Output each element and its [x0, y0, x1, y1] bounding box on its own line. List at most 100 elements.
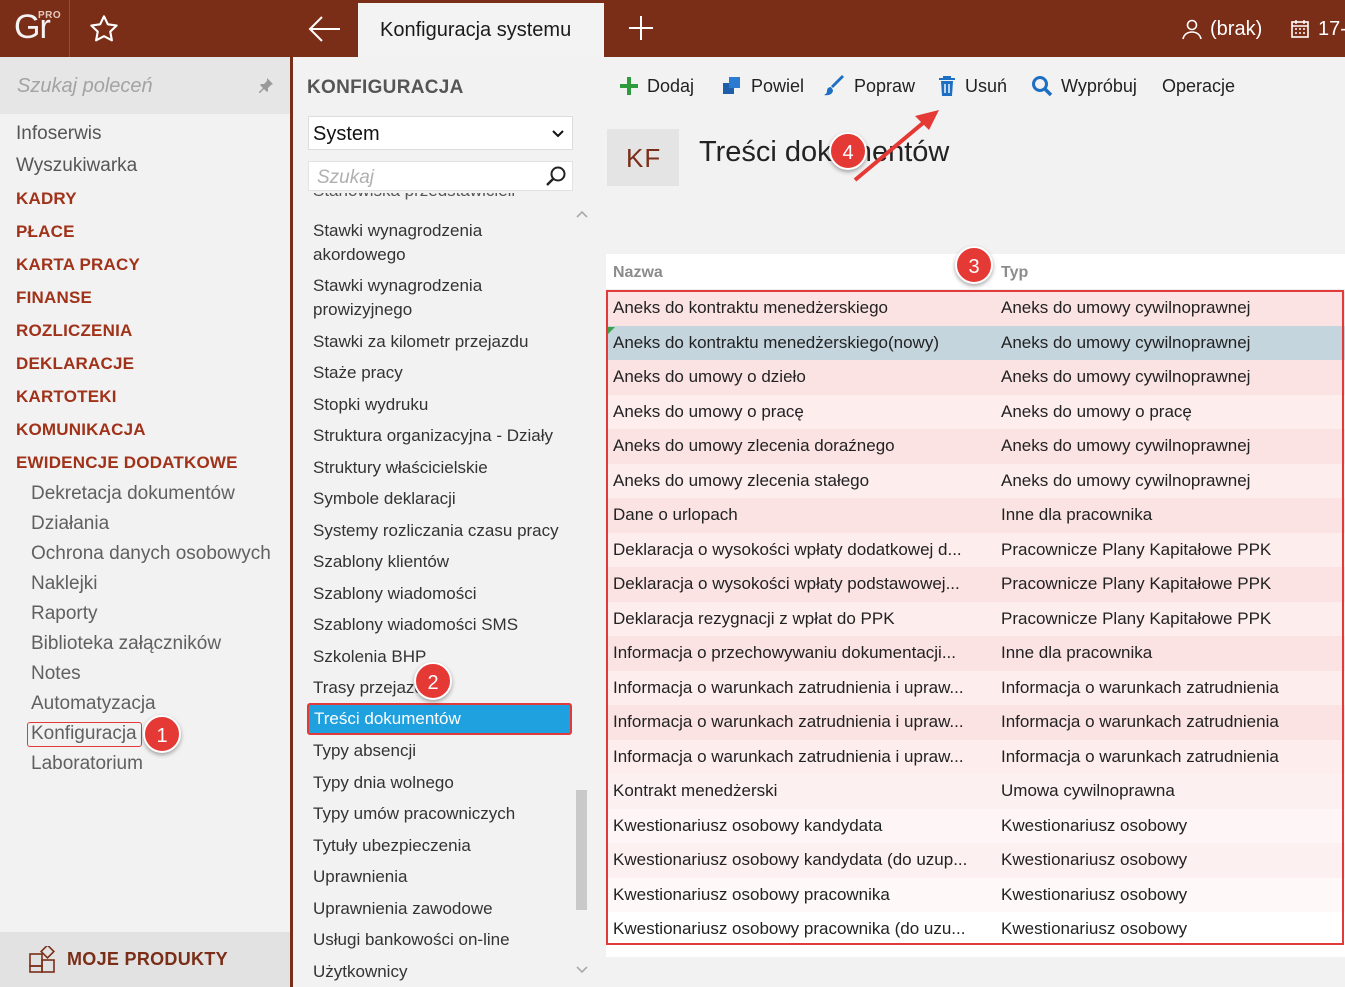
config-item[interactable]: Typy absencji	[313, 739, 568, 763]
chevron-down-icon	[552, 130, 564, 138]
table-row[interactable]: Aneks do kontraktu menedżerskiego Aneks d…	[606, 291, 1345, 326]
tab-system-configuration[interactable]: Konfiguracja systemu	[358, 0, 604, 57]
user-name: (brak)	[1210, 17, 1263, 40]
config-item[interactable]: Staże pracy	[313, 361, 568, 385]
table-row[interactable]: Deklaracja o wysokości wpłaty dodatkowej…	[606, 532, 1345, 567]
nav-sub-laboratorium[interactable]: Laboratorium	[31, 753, 143, 775]
nav-item-wyszukiwarka[interactable]: Wyszukiwarka	[16, 155, 137, 177]
nav-section-deklaracje[interactable]: DEKLARACJE	[16, 354, 134, 374]
config-item[interactable]: Uprawnienia	[313, 865, 568, 889]
table-row[interactable]: Informacja o warunkach zatrudnienia i up…	[606, 705, 1345, 740]
config-item[interactable]: Struktura organizacyjna - Działy	[313, 424, 568, 448]
config-item[interactable]: Szablony wiadomości	[313, 582, 568, 606]
nav-sub-automatyzacja[interactable]: Automatyzacja	[31, 693, 156, 715]
nav-sub-ochrona-danych[interactable]: Ochrona danych osobowych	[31, 543, 271, 565]
config-item[interactable]: Uprawnienia zawodowe	[313, 897, 568, 921]
nav-section-kadry[interactable]: KADRY	[16, 189, 77, 209]
cell-type: Aneks do umowy cywilnoprawnej	[1001, 332, 1251, 352]
table-row[interactable]: Kontrakt menedżerski Umowa cywilnoprawna	[606, 774, 1345, 809]
config-item[interactable]: Stanowiska przedstawicieli	[313, 193, 568, 203]
nav-sub-raporty[interactable]: Raporty	[31, 603, 98, 625]
star-icon[interactable]	[88, 13, 120, 45]
table-row[interactable]: Deklaracja rezygnacji z wpłat do PPK Prac…	[606, 601, 1345, 636]
pin-icon[interactable]	[256, 77, 274, 95]
config-item[interactable]: Użytkownicy	[313, 960, 568, 984]
column-header-type[interactable]: Typ	[1001, 264, 1028, 282]
nav-sub-naklejki[interactable]: Naklejki	[31, 573, 98, 595]
table-row[interactable]: Kwestionariusz osobowy kandydata Kwestion…	[606, 808, 1345, 843]
cell-type: Inne dla pracownika	[1001, 643, 1153, 662]
configuration-area-select[interactable]: System	[308, 116, 573, 150]
chevron-up-icon[interactable]	[575, 207, 589, 221]
config-item[interactable]: Typy dnia wolnego	[313, 771, 568, 795]
new-tab-plus-icon[interactable]	[626, 13, 656, 43]
config-item[interactable]: Szablony klientów	[313, 550, 568, 574]
cell-type: Informacja o warunkach zatrudnienia	[1001, 746, 1279, 766]
user-selector[interactable]: (brak)	[1180, 14, 1262, 44]
config-item[interactable]: Stawki za kilometr przejazdu	[313, 330, 568, 354]
config-item[interactable]: Systemy rozliczania czasu pracy	[313, 519, 568, 543]
app-logo[interactable]: Gr PRO	[0, 0, 70, 57]
duplicate-label: Powiel	[751, 75, 805, 96]
column-header-name[interactable]: Nazwa	[613, 264, 663, 282]
nav-section-finanse[interactable]: FINANSE	[16, 288, 92, 308]
try-button[interactable]: Wypróbuj	[1031, 73, 1137, 99]
cell-name: Aneks do kontraktu menedżerskiego(nowy)	[613, 332, 939, 352]
cell-type: Umowa cywilnoprawna	[1001, 781, 1175, 800]
cell-type: Kwestionariusz osobowy	[1001, 919, 1188, 938]
table-row[interactable]: Informacja o warunkach zatrudnienia i up…	[606, 670, 1345, 705]
config-item[interactable]: Szablony wiadomości SMS	[313, 613, 568, 637]
nav-section-rozliczenia[interactable]: ROZLICZENIA	[16, 321, 132, 341]
command-search[interactable]: Szukaj poleceń	[0, 57, 290, 114]
nav-sub-notes[interactable]: Notes	[31, 663, 81, 685]
add-button[interactable]: Dodaj	[619, 73, 694, 99]
nav-sub-dekretacja[interactable]: Dekretacja dokumentów	[31, 483, 235, 505]
config-item[interactable]: Usługi bankowości on-line	[313, 928, 568, 952]
back-arrow-icon[interactable]	[306, 12, 342, 46]
config-item[interactable]: Typy umów pracowniczych	[313, 802, 568, 826]
table-row-selected[interactable]: Aneks do kontraktu menedżerskiego(nowy) A…	[606, 325, 1345, 360]
cell-name: Aneks do umowy zlecenia doraźnego	[613, 436, 895, 455]
step-marker-1: 1	[143, 715, 181, 753]
nav-item-infoserwis[interactable]: Infoserwis	[16, 123, 102, 145]
config-item[interactable]: Stopki wydruku	[313, 393, 568, 417]
documents-grid: Nazwa Typ Aneks do kontraktu menedżerski…	[606, 254, 1345, 957]
nav-section-place[interactable]: PŁACE	[16, 222, 75, 242]
config-item[interactable]: Stawki wynagrodzenia prowizyjnego	[313, 274, 568, 322]
table-row[interactable]: Aneks do umowy o pracę Aneks do umowy o p…	[606, 394, 1345, 429]
table-row[interactable]: Informacja o warunkach zatrudnienia i up…	[606, 739, 1345, 774]
config-item-selected[interactable]: Treści dokumentów	[307, 703, 572, 735]
edit-button[interactable]: Popraw	[824, 73, 915, 99]
delete-button[interactable]: Usuń	[937, 73, 1007, 99]
duplicate-button[interactable]: Powiel	[721, 73, 804, 99]
nav-section-ewidencje-dodatkowe[interactable]: EWIDENCJE DODATKOWE	[16, 453, 238, 473]
nav-section-karta-pracy[interactable]: KARTA PRACY	[16, 255, 140, 275]
configuration-search-input[interactable]: Szukaj	[308, 161, 573, 191]
current-date: 17-	[1318, 17, 1345, 40]
config-item[interactable]: Struktury właścicielskie	[313, 456, 568, 480]
table-row[interactable]: Deklaracja o wysokości wpłaty podstawowe…	[606, 567, 1345, 602]
table-row[interactable]: Aneks do umowy o dzieło Aneks do umowy cy…	[606, 360, 1345, 395]
table-row[interactable]: Dane o urlopach Inne dla pracownika	[606, 498, 1345, 533]
nav-sub-dzialania[interactable]: Działania	[31, 513, 109, 535]
table-row[interactable]: Aneks do umowy zlecenia doraźnego Aneks d…	[606, 429, 1345, 464]
search-icon[interactable]	[544, 165, 568, 189]
config-item[interactable]: Stawki wynagrodzenia akordowego	[313, 219, 568, 267]
nav-sub-biblioteka[interactable]: Biblioteka załączników	[31, 633, 221, 655]
my-products-button[interactable]: MOJE PRODUKTY	[0, 932, 290, 987]
date-selector[interactable]: 17-	[1290, 14, 1345, 44]
table-row[interactable]: Kwestionariusz osobowy pracownika (do uz…	[606, 912, 1345, 947]
table-row[interactable]: Aneks do umowy zlecenia stałego Aneks do …	[606, 463, 1345, 498]
config-item[interactable]: Symbole deklaracji	[313, 487, 568, 511]
nav-section-komunikacja[interactable]: KOMUNIKACJA	[16, 420, 146, 440]
table-row[interactable]: Kwestionariusz osobowy kandydata (do uzu…	[606, 843, 1345, 878]
cell-type: Kwestionariusz osobowy	[1001, 850, 1188, 869]
table-row[interactable]: Informacja o przechowywaniu dokumentacji…	[606, 636, 1345, 671]
chevron-down-icon[interactable]	[575, 963, 589, 977]
operations-menu[interactable]: Operacje	[1162, 73, 1235, 99]
cell-type: Inne dla pracownika	[1001, 505, 1153, 524]
config-item[interactable]: Tytuły ubezpieczenia	[313, 834, 568, 858]
nav-section-kartoteki[interactable]: KARTOTEKI	[16, 387, 117, 407]
scrollbar-thumb[interactable]	[576, 790, 587, 910]
table-row[interactable]: Kwestionariusz osobowy pracownika Kwestio…	[606, 877, 1345, 912]
